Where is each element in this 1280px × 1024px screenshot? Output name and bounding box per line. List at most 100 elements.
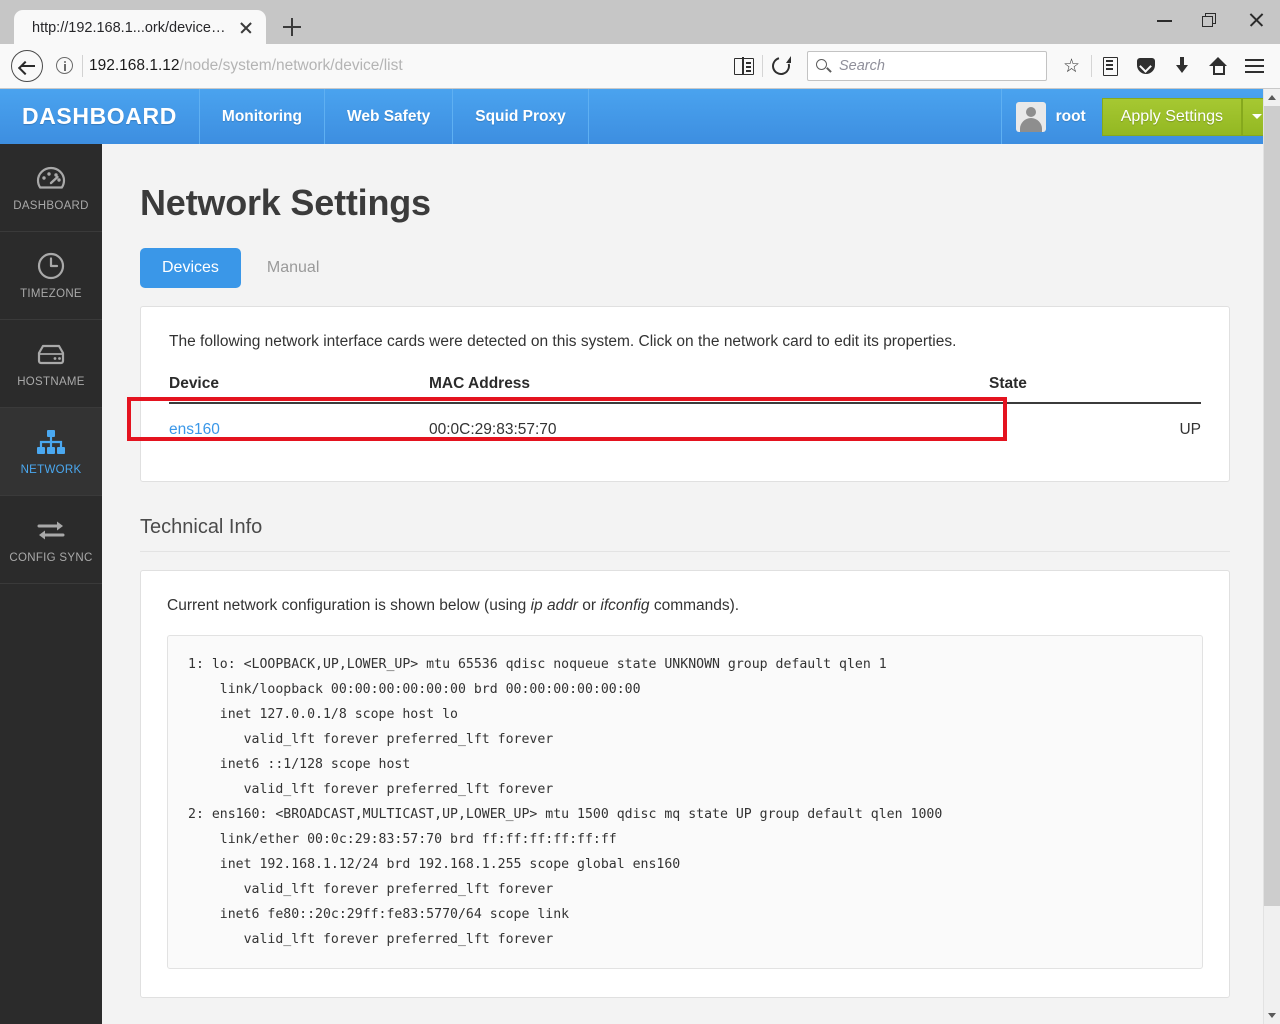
sidebar-item-config-sync[interactable]: CONFIG SYNC: [0, 496, 102, 584]
chevron-down-icon: [1252, 114, 1262, 119]
download-arrowhead: [1176, 65, 1188, 73]
avatar[interactable]: [1015, 101, 1046, 132]
devices-description: The following network interface cards we…: [169, 333, 957, 350]
technical-info-panel: Current network configuration is shown b…: [140, 570, 1230, 998]
bookmark-star-button[interactable]: ☆: [1055, 49, 1091, 83]
ip-addr-output: 1: lo: <LOOPBACK,UP,LOWER_UP> mtu 65536 …: [167, 635, 1203, 969]
browser-tab[interactable]: http://192.168.1...ork/device/list: [14, 10, 266, 45]
site-info-icon[interactable]: [50, 51, 80, 81]
browser-tab-title: http://192.168.1...ork/device/list: [32, 19, 228, 36]
device-link-ens160[interactable]: ens160: [169, 421, 220, 438]
pocket-button[interactable]: [1128, 49, 1164, 83]
sidebar-item-dashboard[interactable]: DASHBOARD: [0, 144, 102, 232]
home-icon: [1209, 57, 1228, 75]
search-bar[interactable]: Search: [807, 51, 1047, 81]
username-label[interactable]: root: [1056, 108, 1086, 126]
exchange-arrows-icon: [34, 515, 68, 545]
hamburger-menu-icon: [1245, 59, 1264, 62]
info-dot: [63, 60, 66, 63]
sidebar-item-label: DASHBOARD: [13, 200, 89, 212]
dashboard-gauge-icon: [34, 163, 68, 193]
sidebar-item-hostname[interactable]: HOSTNAME: [0, 320, 102, 408]
header-spacer: [589, 89, 1002, 144]
avatar-head: [1025, 106, 1036, 117]
reader-mode-button[interactable]: [726, 49, 762, 83]
server-icon: [34, 339, 68, 369]
library-icon: [1103, 57, 1118, 76]
restore-button[interactable]: [1188, 0, 1234, 40]
cell-state: UP: [1179, 421, 1201, 438]
nav-item-monitoring[interactable]: Monitoring: [200, 89, 325, 144]
page-body: DASHBOARD TIMEZONE HOSTNAME NETWORK CONF…: [0, 144, 1280, 1024]
minimize-button[interactable]: [1142, 0, 1188, 40]
reload-icon: [768, 53, 794, 79]
star-icon: ☆: [1063, 56, 1081, 77]
app-menu-button[interactable]: [1236, 49, 1272, 83]
tab-manual[interactable]: Manual: [245, 248, 341, 288]
app-header: DASHBOARD Monitoring Web Safety Squid Pr…: [0, 89, 1280, 144]
info-stem: [64, 63, 66, 71]
devices-table-head: Device MAC Address State: [169, 375, 1201, 404]
browser-titlebar: http://192.168.1...ork/device/list: [0, 0, 1280, 45]
column-header-mac: MAC Address: [429, 375, 989, 404]
url-bar[interactable]: 192.168.1.12/node/system/network/device/…: [89, 49, 726, 83]
content-tabs: Devices Manual: [140, 248, 1230, 288]
sitemap-icon: [34, 427, 68, 457]
downloads-button[interactable]: [1164, 49, 1200, 83]
sidebar: DASHBOARD TIMEZONE HOSTNAME NETWORK CONF…: [0, 144, 102, 1024]
main-content: Network Settings Devices Manual The foll…: [102, 144, 1280, 1024]
tab-devices[interactable]: Devices: [140, 248, 241, 288]
reload-button[interactable]: [763, 49, 799, 83]
page-scrollbar[interactable]: [1263, 89, 1280, 1024]
back-arrow-icon: [19, 60, 35, 72]
apply-settings-button[interactable]: Apply Settings: [1101, 97, 1242, 136]
cell-device: ens160: [169, 403, 429, 455]
scroll-up-button[interactable]: [1264, 89, 1280, 106]
devices-panel: The following network interface cards we…: [140, 306, 1230, 482]
reload-arrowhead: [786, 56, 791, 63]
sidebar-item-label: CONFIG SYNC: [9, 552, 93, 564]
pocket-icon: [1137, 58, 1155, 74]
sidebar-item-timezone[interactable]: TIMEZONE: [0, 232, 102, 320]
cell-mac: 00:0C:29:83:57:70: [429, 421, 557, 438]
close-tab-icon[interactable]: [236, 18, 256, 38]
tech-desc-prefix: Current network configuration is shown b…: [167, 597, 531, 614]
table-row[interactable]: ens160 00:0C:29:83:57:70 UP: [169, 403, 1201, 455]
search-handle: [825, 66, 832, 73]
column-header-device: Device: [169, 375, 429, 404]
search-input-placeholder[interactable]: Search: [839, 58, 885, 74]
browser-window: http://192.168.1...ork/device/list 192.1…: [0, 0, 1280, 1024]
url-path: /node/system/network/device/list: [179, 57, 403, 74]
brand-logo[interactable]: DASHBOARD: [0, 89, 200, 144]
new-tab-button[interactable]: [274, 10, 310, 44]
close-window-button[interactable]: [1234, 0, 1280, 40]
sidebar-item-label: HOSTNAME: [17, 376, 85, 388]
browser-navbar: 192.168.1.12/node/system/network/device/…: [0, 44, 1280, 89]
url-text: 192.168.1.12/node/system/network/device/…: [89, 57, 403, 75]
sidebar-item-label: TIMEZONE: [20, 288, 82, 300]
library-button[interactable]: [1092, 49, 1128, 83]
page-viewport: DASHBOARD Monitoring Web Safety Squid Pr…: [0, 89, 1280, 1024]
content-inner: Network Settings Devices Manual The foll…: [102, 144, 1280, 1024]
sidebar-item-network[interactable]: NETWORK: [0, 408, 102, 496]
technical-info-description: Current network configuration is shown b…: [167, 597, 1203, 615]
tab-strip: http://192.168.1...ork/device/list: [0, 0, 310, 45]
url-separator: [82, 55, 83, 77]
tech-command-ifconfig: ifconfig: [600, 597, 650, 614]
page-title: Network Settings: [140, 182, 431, 223]
home-button[interactable]: [1200, 49, 1236, 83]
devices-table: Device MAC Address State ens160 00:0C:29…: [169, 375, 1201, 455]
technical-info-title: Technical Info: [140, 516, 263, 538]
column-header-state: State: [989, 375, 1201, 404]
home-roof: [1209, 57, 1227, 66]
scrollbar-thumb[interactable]: [1264, 106, 1280, 906]
nav-item-squid-proxy[interactable]: Squid Proxy: [453, 89, 589, 144]
url-host: 192.168.1.12: [89, 57, 180, 74]
window-controls: [1142, 0, 1280, 40]
nav-item-web-safety[interactable]: Web Safety: [325, 89, 454, 144]
scroll-down-button[interactable]: [1264, 1007, 1280, 1024]
restore-icon-front: [1202, 16, 1213, 27]
search-icon: [816, 58, 832, 74]
sidebar-item-label: NETWORK: [20, 464, 82, 476]
back-button[interactable]: [8, 47, 46, 85]
